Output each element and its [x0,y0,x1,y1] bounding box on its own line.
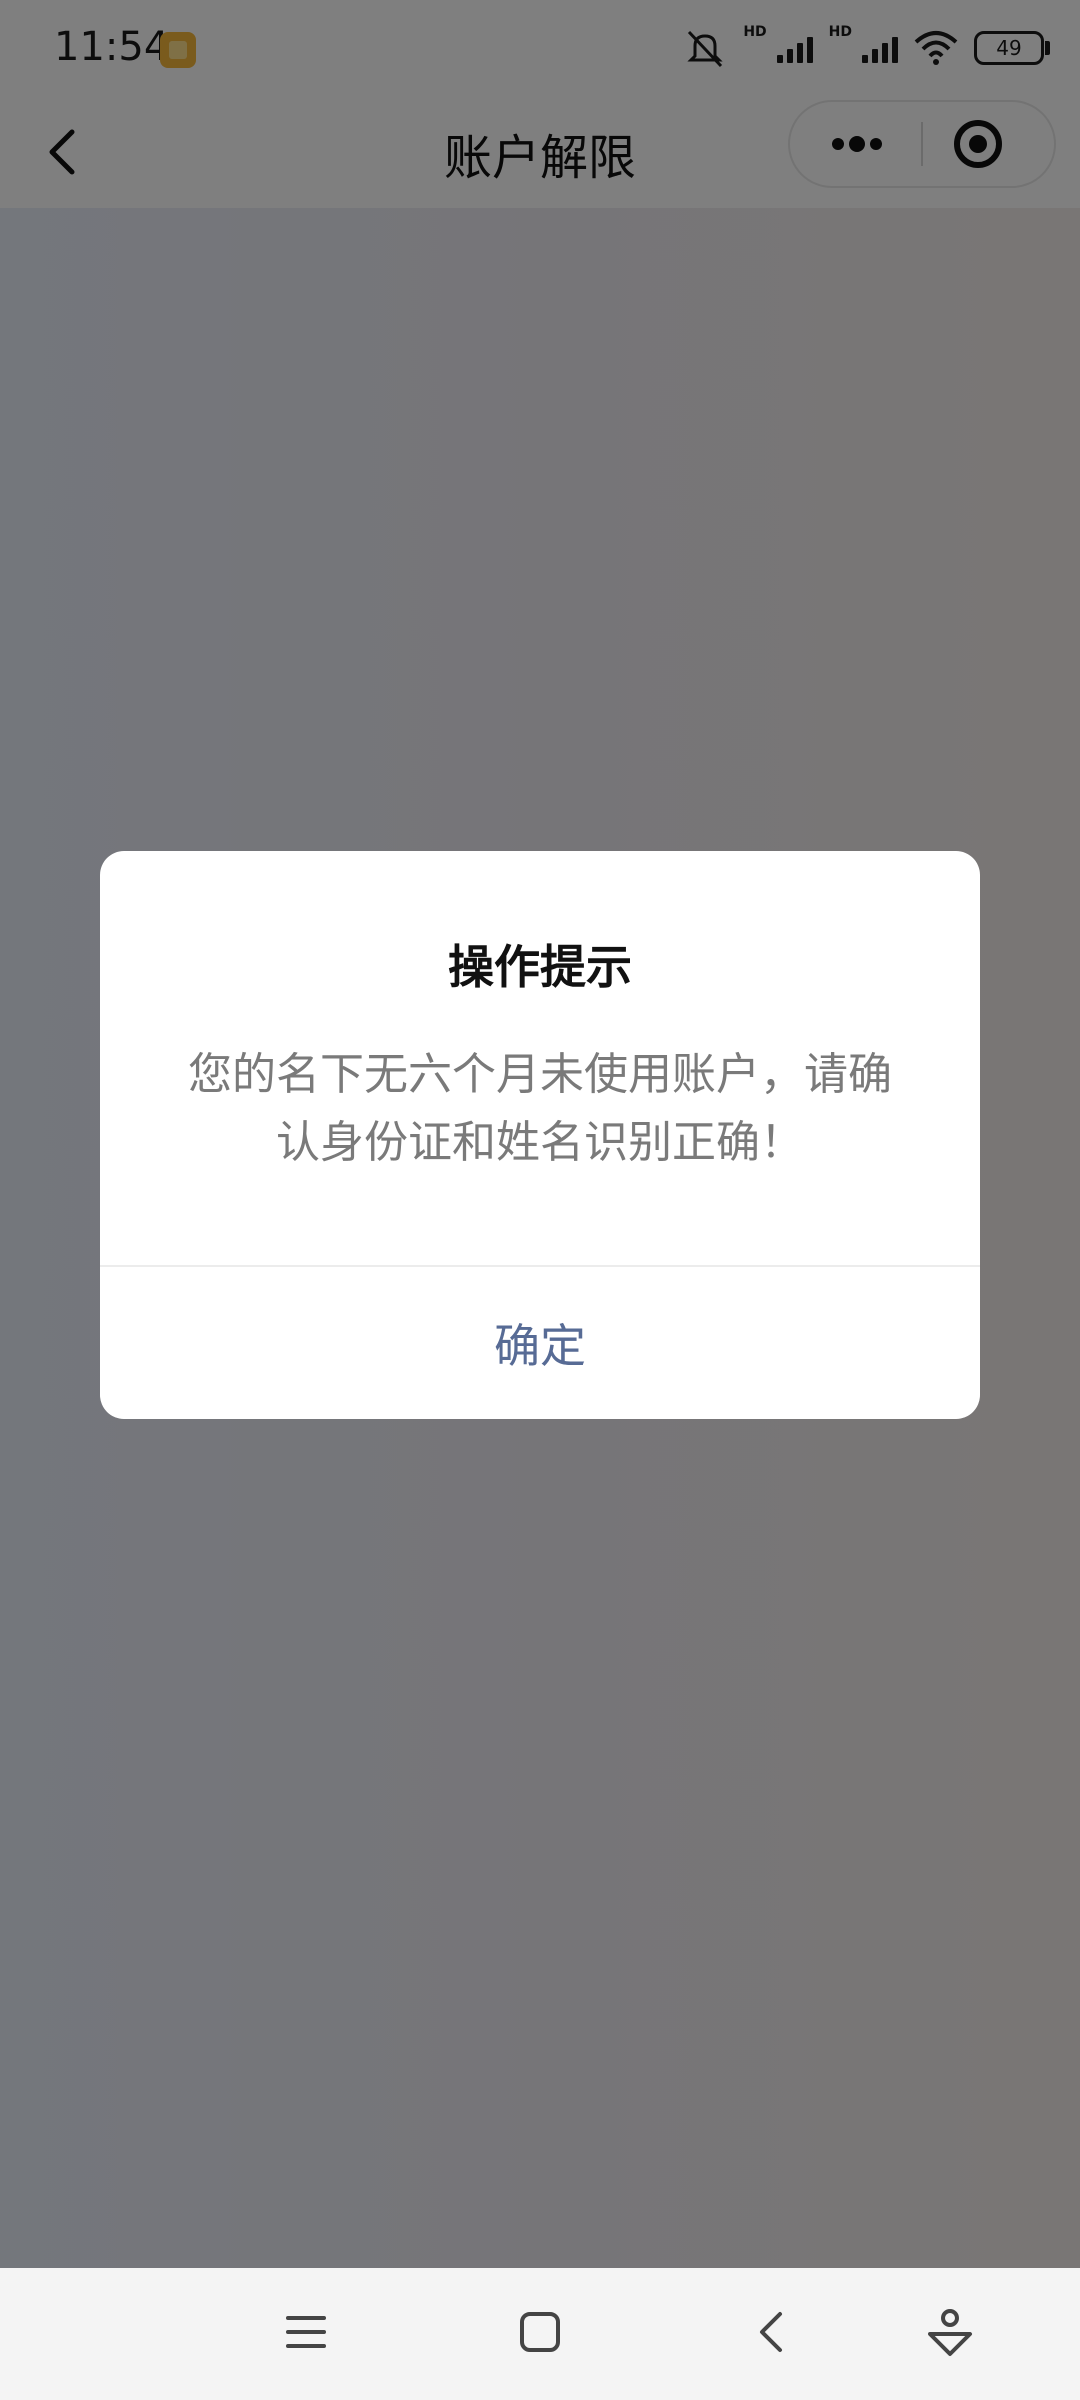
confirm-button[interactable]: 确定 [100,1267,980,1419]
dialog-title: 操作提示 [448,940,632,994]
menu-lines-icon[interactable] [284,2308,328,2356]
back-triangle-icon[interactable] [750,2308,794,2356]
dialog-message: 您的名下无六个月未使用账户，请确认身份证和姓名识别正确！ [188,1049,892,1168]
home-square-icon[interactable] [516,2308,564,2356]
system-navigation-bar [0,2268,1080,2400]
alert-dialog: 操作提示 您的名下无六个月未使用账户，请确认身份证和姓名识别正确！ 确定 [100,851,980,1419]
assistant-icon[interactable] [926,2308,974,2360]
